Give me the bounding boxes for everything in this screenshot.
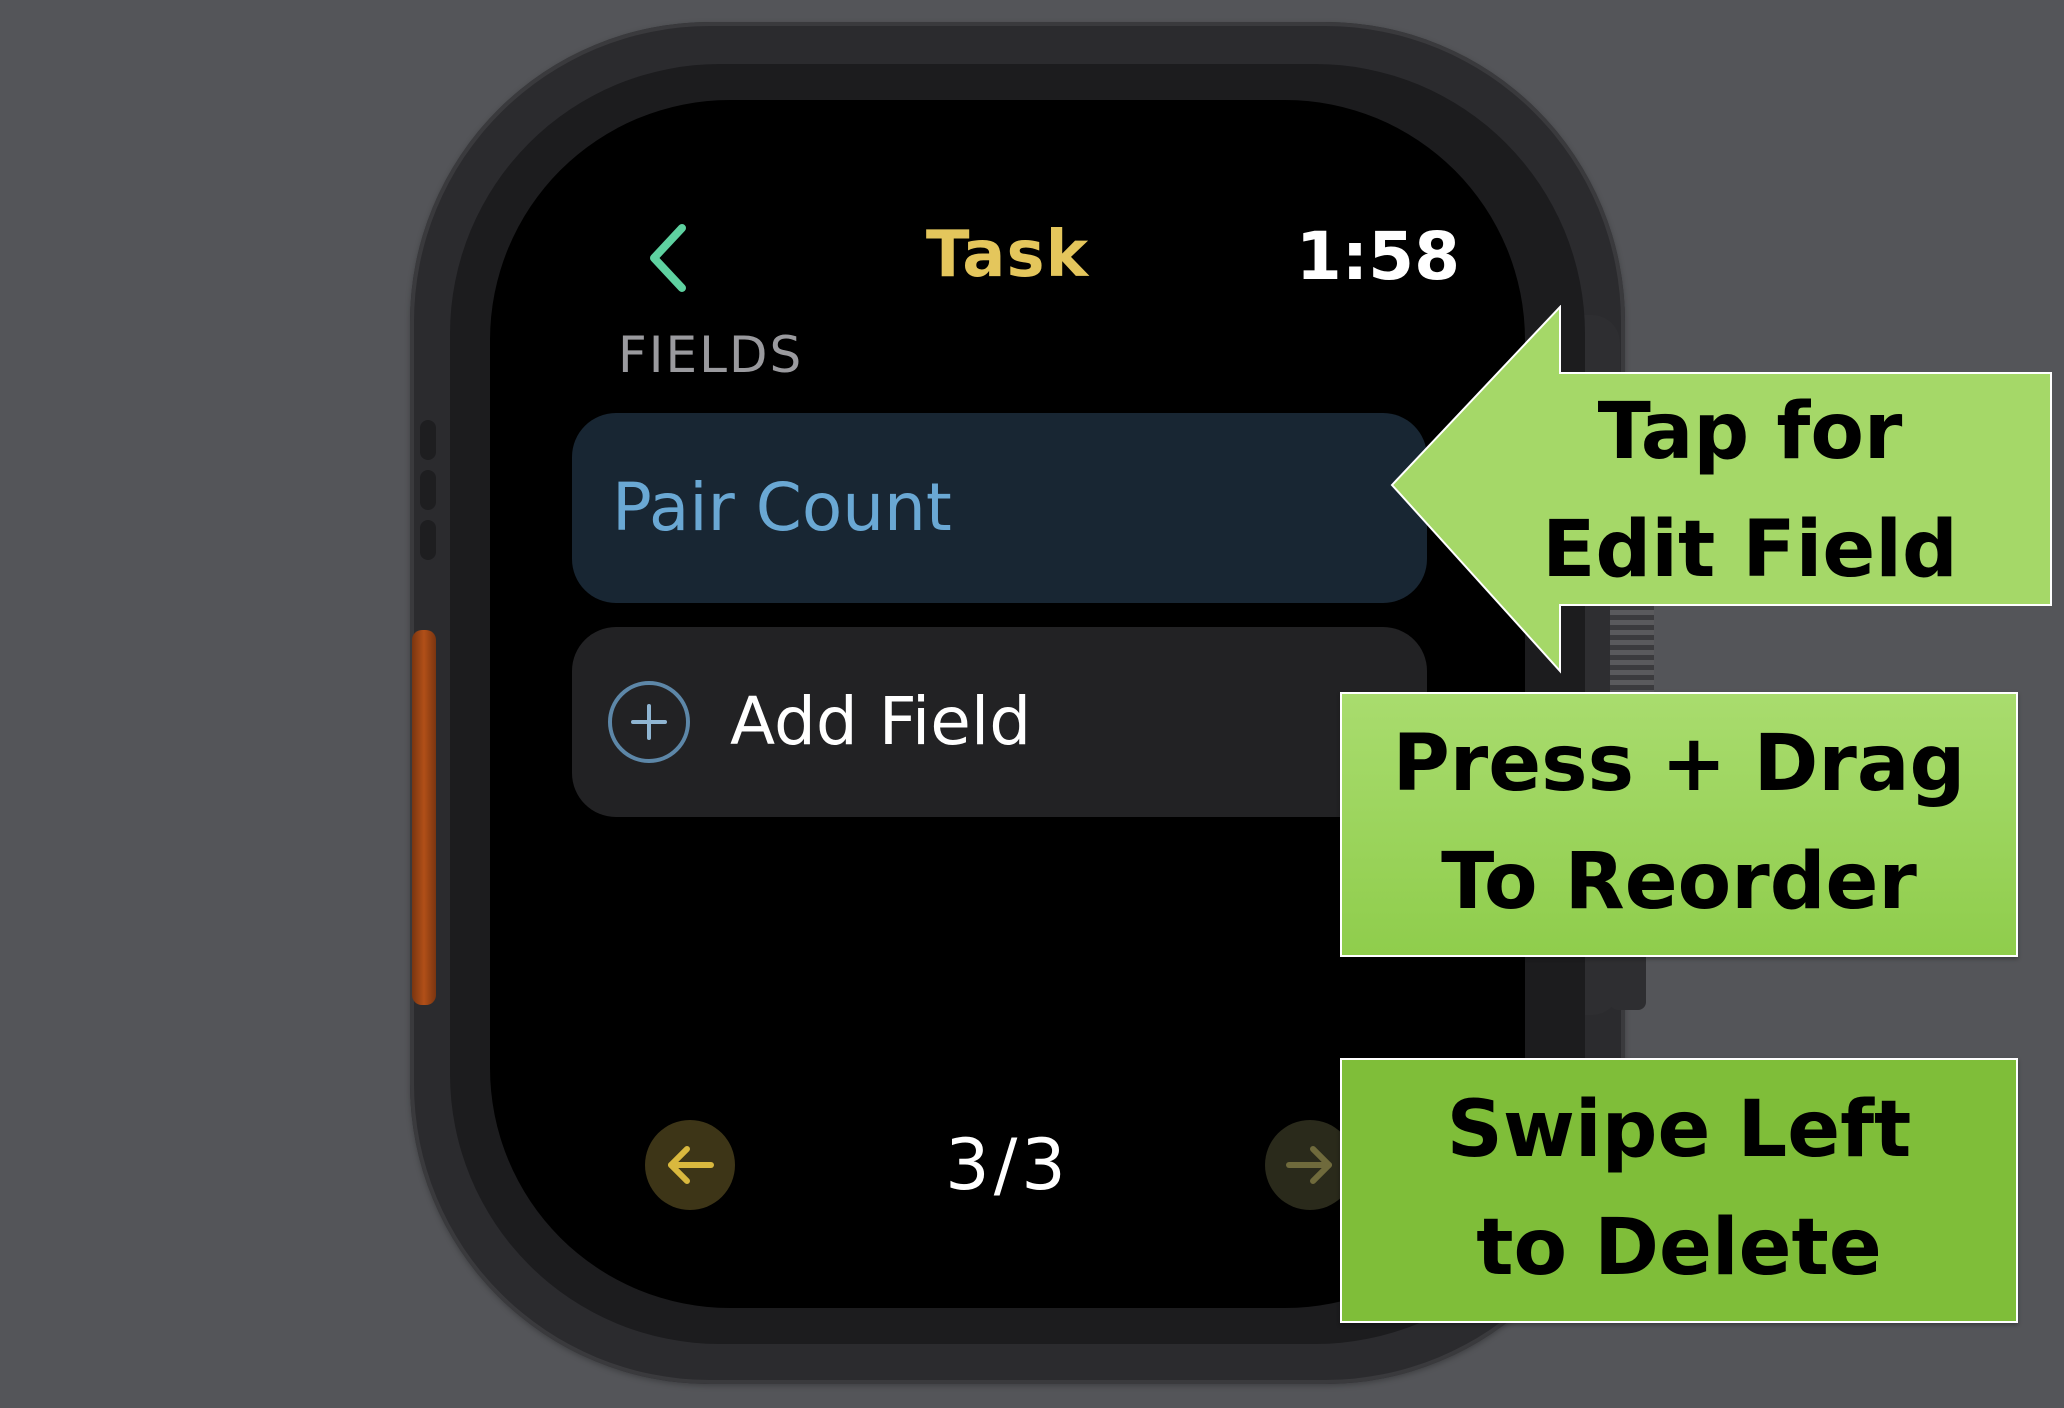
edit-field-callout-arrow (1390, 305, 2052, 674)
speaker-grille (420, 520, 436, 560)
section-label: FIELDS (618, 326, 804, 384)
reorder-callout-line2: To Reorder (1441, 837, 1917, 927)
plus-circle-icon (608, 681, 690, 763)
edit-field-callout-line2: Edit Field (1542, 505, 1958, 595)
add-field-button[interactable]: Add Field (572, 627, 1427, 817)
delete-callout-line2: to Delete (1476, 1203, 1882, 1293)
clock-time: 1:58 (1295, 218, 1460, 295)
delete-callout: Swipe Left to Delete (1340, 1058, 2018, 1323)
field-label: Pair Count (612, 469, 952, 546)
field-row-pair-count[interactable]: Pair Count (572, 413, 1427, 603)
speaker-grille (420, 420, 436, 460)
delete-callout-line1: Swipe Left (1446, 1085, 1912, 1175)
reorder-callout: Press + Drag To Reorder (1340, 692, 2018, 957)
edit-field-callout-line1: Tap for (1597, 387, 1903, 477)
add-field-label: Add Field (730, 683, 1032, 760)
speaker-grille (420, 470, 436, 510)
reorder-callout-line1: Press + Drag (1392, 719, 1966, 809)
action-button[interactable] (412, 630, 436, 1005)
